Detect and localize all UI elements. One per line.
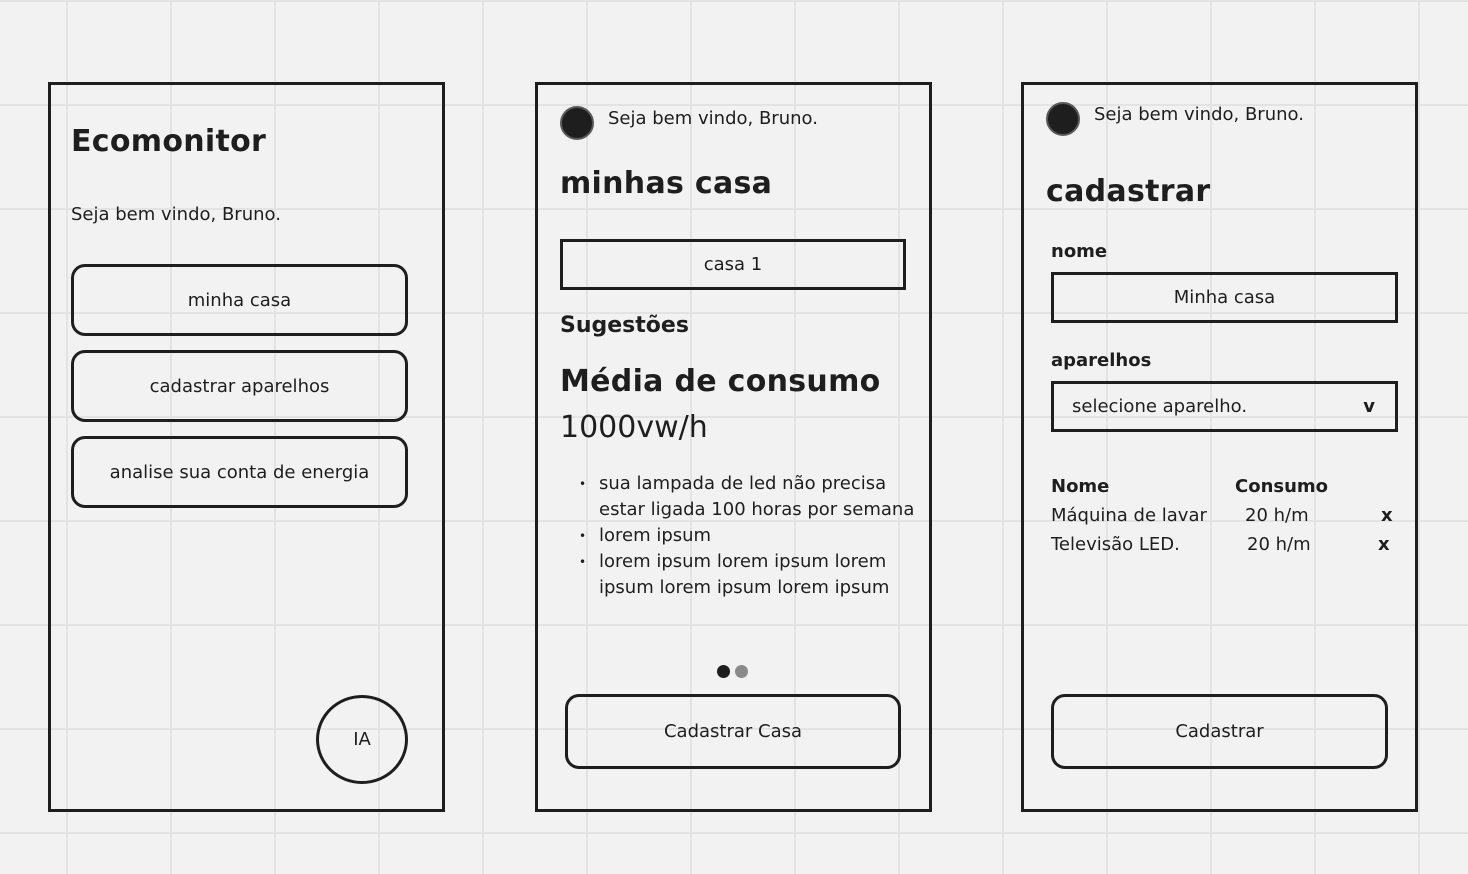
analyze-energy-bill-button[interactable]: analise sua conta de energia [71,436,408,508]
list-item: sua lampada de led não precisa estar lig… [579,471,919,523]
table-row-consumption: 20 h/m [1245,505,1309,526]
submit-register-button[interactable]: Cadastrar [1051,694,1388,769]
table-row-name: Televisão LED. [1051,534,1180,555]
devices-select-value: selecione aparelho. [1072,396,1248,417]
devices-select[interactable]: selecione aparelho. v [1051,381,1398,432]
devices-label: aparelhos [1051,350,1152,371]
list-item: lorem ipsum lorem ipsum lorem ipsum lore… [579,549,919,601]
register-devices-button[interactable]: cadastrar aparelhos [71,350,408,422]
carousel-dot[interactable] [735,665,748,678]
app-title: Ecomonitor [71,124,267,159]
greeting-text: Seja bem vindo, Bruno. [1094,104,1304,125]
name-input[interactable]: Minha casa [1051,272,1398,323]
my-house-button[interactable]: minha casa [71,264,408,336]
name-label: nome [1051,241,1108,262]
remove-device-button[interactable]: x [1378,534,1390,555]
list-item: lorem ipsum [579,523,919,549]
table-header-consumption: Consumo [1235,476,1329,497]
page-title: cadastrar [1046,174,1211,209]
table-row-name: Máquina de lavar [1051,505,1207,526]
avatar [560,106,594,140]
consumption-heading: Média de consumo [560,364,881,399]
suggestions-list: sua lampada de led não precisa estar lig… [561,471,919,601]
remove-device-button[interactable]: x [1381,505,1393,526]
table-header-name: Nome [1051,476,1110,497]
house-selector[interactable]: casa 1 [560,239,906,290]
page-title: minhas casa [560,166,773,201]
table-row-consumption: 20 h/m [1247,534,1311,555]
ia-assistant-button[interactable]: IA [316,695,408,784]
chevron-down-icon: v [1363,396,1375,417]
consumption-value: 1000vw/h [560,410,708,445]
register-house-button[interactable]: Cadastrar Casa [565,694,901,769]
avatar [1046,102,1080,136]
greeting-text: Seja bem vindo, Bruno. [608,108,818,129]
greeting-text: Seja bem vindo, Bruno. [71,204,281,225]
carousel-dot-active[interactable] [717,665,730,678]
suggestions-heading: Sugestões [560,313,689,338]
